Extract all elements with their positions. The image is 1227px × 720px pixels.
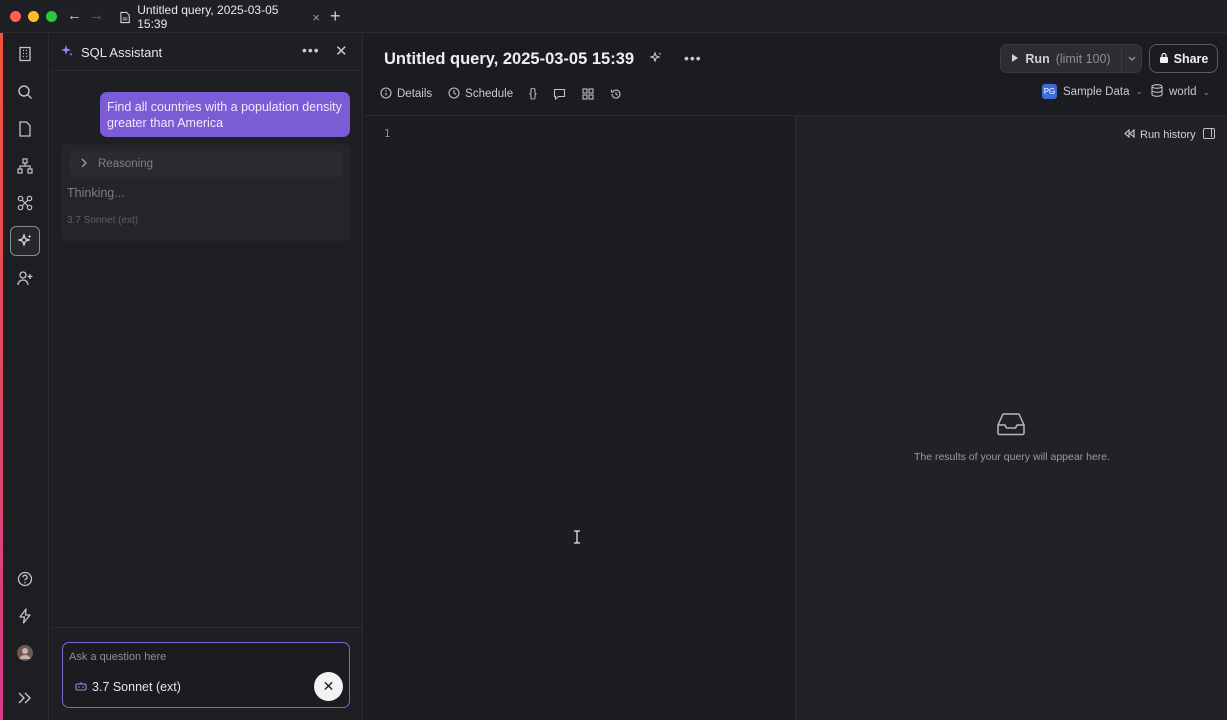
- more-options-icon[interactable]: •••: [302, 42, 320, 58]
- clock-icon: [448, 86, 460, 102]
- results-panel: Run history The results of your query wi…: [795, 115, 1227, 720]
- run-history-label: Run history: [1140, 129, 1196, 141]
- assistant-reply: Reasoning Thinking... 3.7 Sonnet (ext): [61, 144, 351, 241]
- ai-sparkle-icon[interactable]: [649, 51, 663, 68]
- sparkle-icon[interactable]: [10, 226, 40, 256]
- assistant-title: SQL Assistant: [81, 45, 163, 60]
- composer-area: Ask a question here 3.7 Sonnet (ext) ✕: [50, 627, 363, 720]
- sql-editor[interactable]: 1: [364, 115, 795, 720]
- details-label: Details: [397, 88, 433, 100]
- empty-results-message: The results of your query will appear he…: [913, 451, 1111, 463]
- chevron-down-icon: ⌄: [1135, 86, 1144, 96]
- database-selector[interactable]: world ⌄: [1151, 84, 1210, 100]
- comment-icon[interactable]: [553, 88, 566, 100]
- model-label: 3.7 Sonnet (ext): [92, 680, 181, 694]
- add-user-icon[interactable]: [10, 263, 40, 293]
- database-icon: [1151, 84, 1163, 100]
- close-window-button[interactable]: [10, 11, 21, 22]
- hierarchy-icon[interactable]: [10, 151, 40, 181]
- stop-button[interactable]: ✕: [314, 672, 343, 701]
- tab-title: Untitled query, 2025-03-05 15:39: [137, 3, 279, 31]
- model-selector[interactable]: 3.7 Sonnet (ext): [75, 680, 181, 694]
- database-label: world: [1169, 86, 1197, 98]
- browser-tab[interactable]: Untitled query, 2025-03-05 15:39 ×: [110, 3, 320, 31]
- new-tab-button[interactable]: +: [330, 6, 341, 27]
- lightning-icon[interactable]: [10, 601, 40, 631]
- document-icon[interactable]: [10, 114, 40, 144]
- sql-assistant-panel: SQL Assistant ••• ✕ Find all countries w…: [50, 33, 363, 720]
- toggle-panel-icon[interactable]: [1203, 128, 1215, 139]
- question-input[interactable]: Ask a question here 3.7 Sonnet (ext) ✕: [62, 642, 350, 708]
- line-number: 1: [384, 128, 391, 140]
- back-arrow-icon[interactable]: ←: [67, 7, 82, 24]
- question-placeholder: Ask a question here: [69, 651, 167, 663]
- minimize-window-button[interactable]: [28, 11, 39, 22]
- run-label: Run: [1025, 51, 1050, 66]
- close-tab-icon[interactable]: ×: [312, 10, 320, 25]
- widgets-icon[interactable]: [582, 88, 594, 100]
- query-title[interactable]: Untitled query, 2025-03-05 15:39: [384, 50, 634, 69]
- forward-arrow-icon[interactable]: →: [89, 7, 104, 24]
- database-logo-icon: PG: [1042, 84, 1057, 99]
- datasource-label: Sample Data: [1063, 85, 1130, 98]
- chevron-down-icon: ⌄: [1202, 86, 1211, 97]
- maximize-window-button[interactable]: [46, 11, 57, 22]
- expand-icon[interactable]: [10, 683, 40, 713]
- model-tag: 3.7 Sonnet (ext): [67, 215, 139, 226]
- close-icon[interactable]: ✕: [335, 42, 348, 60]
- search-icon[interactable]: [10, 77, 40, 107]
- run-options-chevron-icon[interactable]: [1122, 44, 1142, 73]
- document-icon: [120, 11, 130, 23]
- chevron-right-icon: [81, 158, 88, 171]
- bot-icon: [75, 680, 87, 694]
- schedule-label: Schedule: [465, 88, 514, 100]
- empty-inbox-icon: [997, 413, 1025, 436]
- thinking-status: Thinking...: [67, 186, 125, 200]
- lock-icon: [1159, 52, 1169, 66]
- query-editor-area: Untitled query, 2025-03-05 15:39 ••• Run…: [364, 33, 1227, 720]
- title-bar: ← → Untitled query, 2025-03-05 15:39 × +: [0, 0, 1227, 33]
- history-icon[interactable]: [610, 88, 622, 100]
- text-cursor-icon: [573, 530, 581, 548]
- help-icon[interactable]: [10, 564, 40, 594]
- run-limit: (limit 100): [1055, 51, 1111, 66]
- share-button[interactable]: Share: [1149, 44, 1218, 73]
- reasoning-label: Reasoning: [98, 158, 153, 170]
- assistant-header: SQL Assistant ••• ✕: [50, 33, 363, 71]
- share-label: Share: [1173, 51, 1209, 66]
- icon-rail: [3, 33, 49, 720]
- query-toolbar: Details Schedule {}: [380, 84, 622, 104]
- query-more-icon[interactable]: •••: [684, 50, 702, 66]
- reasoning-toggle[interactable]: Reasoning: [69, 151, 343, 177]
- sparkle-icon: [60, 44, 74, 61]
- run-button[interactable]: Run (limit 100): [1000, 44, 1122, 73]
- run-history-button[interactable]: Run history: [1124, 128, 1196, 141]
- integrations-icon[interactable]: [10, 188, 40, 218]
- datasource-selector[interactable]: PG Sample Data ⌄: [1042, 84, 1143, 99]
- schedule-button[interactable]: Schedule: [448, 86, 514, 102]
- rewind-icon: [1124, 128, 1135, 141]
- details-button[interactable]: Details: [380, 86, 433, 102]
- info-icon: [380, 86, 392, 102]
- parameters-button[interactable]: {}: [529, 88, 537, 100]
- building-icon[interactable]: [10, 39, 40, 69]
- play-icon: [1011, 52, 1019, 66]
- user-message: Find all countries with a population den…: [100, 92, 350, 137]
- avatar[interactable]: [10, 638, 40, 668]
